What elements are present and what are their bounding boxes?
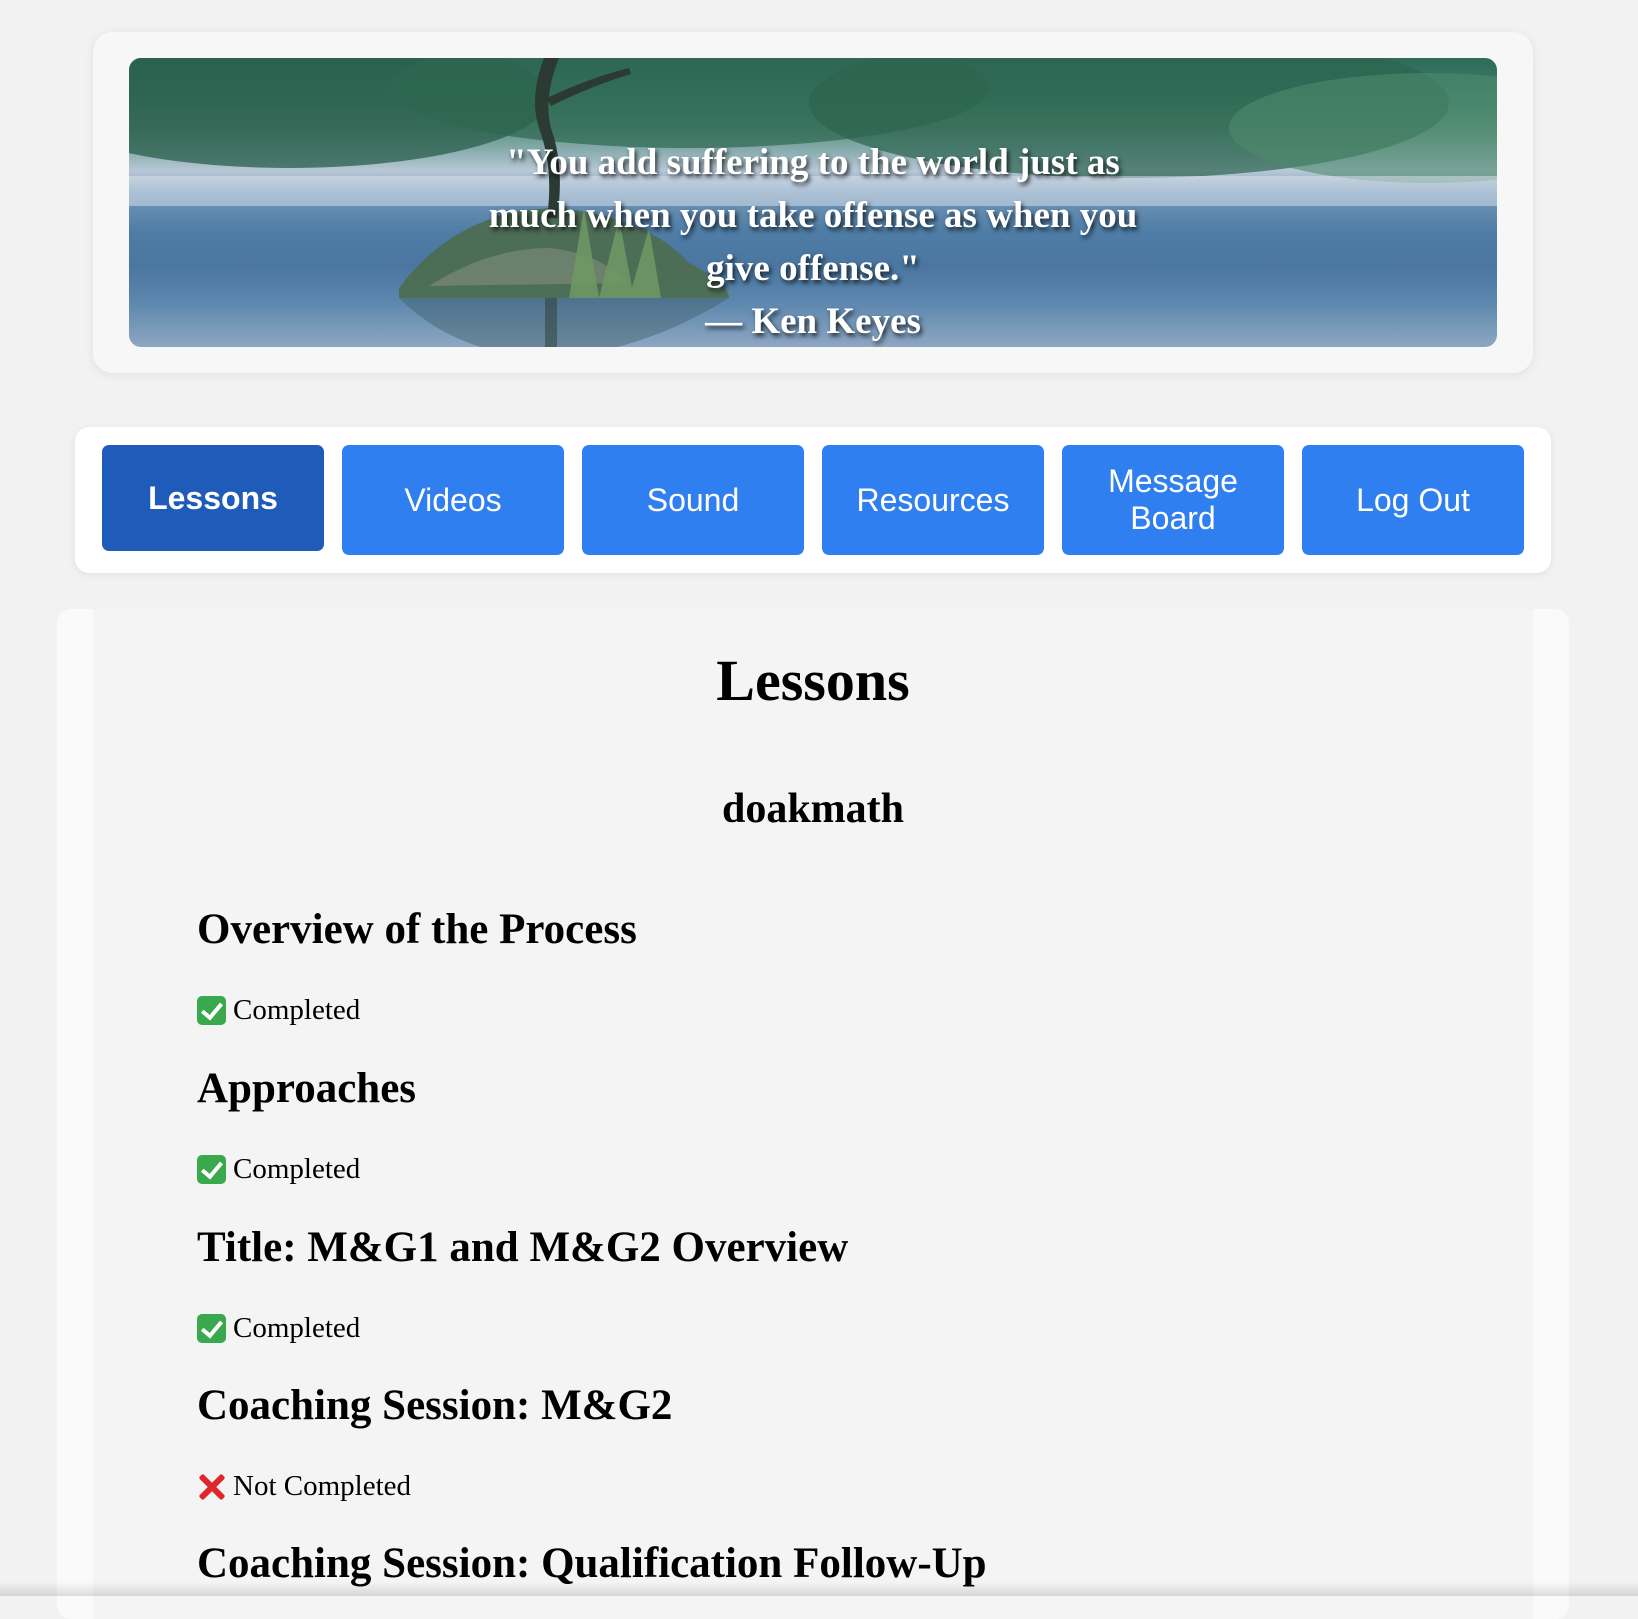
- quote-banner-card: "You add suffering to the world just as …: [93, 32, 1533, 373]
- lesson-status-label: Completed: [233, 1312, 361, 1344]
- lesson-status: Completed: [197, 994, 360, 1027]
- check-mark-icon: [197, 1314, 226, 1343]
- nav-lessons-button[interactable]: Lessons: [102, 445, 324, 551]
- main-nav: Lessons Videos Sound Resources Message B…: [75, 427, 1551, 573]
- check-mark-icon: [197, 1155, 226, 1184]
- quote-banner-image: "You add suffering to the world just as …: [129, 58, 1497, 347]
- nav-message-board-button[interactable]: Message Board: [1062, 445, 1284, 555]
- quote-author: — Ken Keyes: [705, 301, 921, 342]
- lesson-title[interactable]: Overview of the Process: [197, 905, 637, 954]
- lesson-title[interactable]: Coaching Session: M&G2: [197, 1381, 672, 1430]
- lesson-title[interactable]: Coaching Session: Qualification Follow-U…: [197, 1539, 987, 1588]
- lesson-status-label: Completed: [233, 1153, 361, 1185]
- page-title: Lessons: [716, 648, 910, 713]
- nav-sound-button[interactable]: Sound: [582, 445, 804, 555]
- bottom-edge-shadow: [0, 1582, 1638, 1596]
- lessons-panel-inner: Lessons doakmath Overview of the Process…: [93, 609, 1533, 1619]
- lesson-title[interactable]: Title: M&G1 and M&G2 Overview: [197, 1223, 848, 1272]
- lesson-status-label: Not Completed: [233, 1470, 412, 1502]
- lesson-title[interactable]: Approaches: [197, 1064, 416, 1113]
- banner-quote: "You add suffering to the world just as …: [129, 136, 1497, 347]
- nav-log-out-button[interactable]: Log Out: [1302, 445, 1524, 555]
- nav-videos-button[interactable]: Videos: [342, 445, 564, 555]
- quote-text: "You add suffering to the world just as …: [488, 142, 1138, 289]
- lessons-panel: Lessons doakmath Overview of the Process…: [57, 609, 1569, 1619]
- lesson-status: Not Completed: [197, 1470, 411, 1503]
- check-mark-icon: [197, 996, 226, 1025]
- cross-mark-icon: [197, 1472, 226, 1501]
- nav-resources-button[interactable]: Resources: [822, 445, 1044, 555]
- lesson-status: Completed: [197, 1153, 360, 1186]
- lesson-status-label: Completed: [233, 994, 361, 1026]
- lesson-status: Completed: [197, 1312, 360, 1345]
- username-heading: doakmath: [721, 786, 905, 832]
